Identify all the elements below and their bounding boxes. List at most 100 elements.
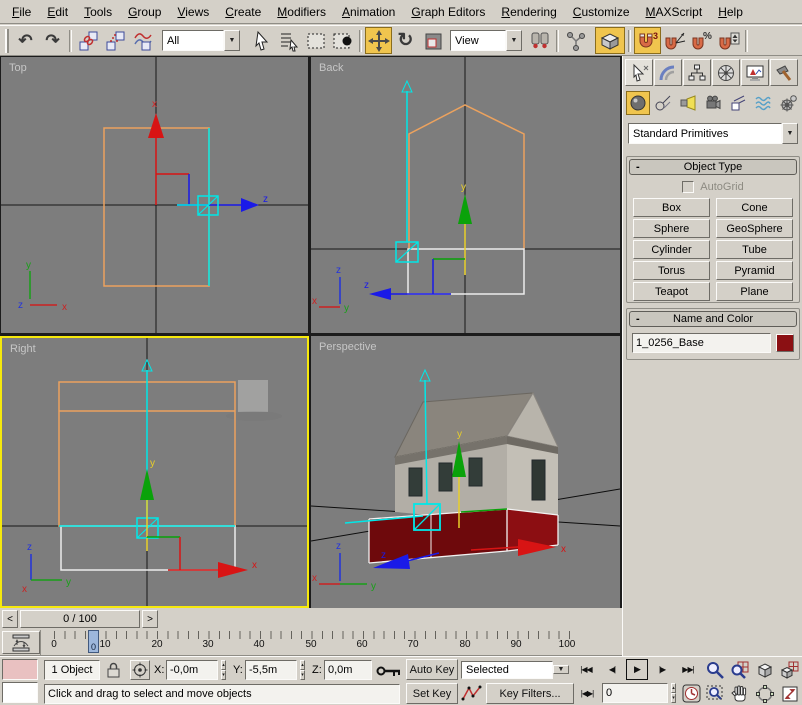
tab-utilities[interactable]	[770, 59, 798, 86]
select-and-manipulate-button[interactable]	[562, 27, 589, 54]
menu-file[interactable]: File	[4, 2, 39, 22]
redo-button[interactable]: ↷	[39, 27, 66, 54]
select-object-button[interactable]	[248, 27, 275, 54]
tab-motion[interactable]	[712, 59, 740, 86]
selection-filter-dropdown[interactable]: All ▼	[162, 30, 240, 51]
percent-snap-button[interactable]: %	[688, 27, 715, 54]
object-color-swatch[interactable]	[776, 334, 794, 352]
next-frame-step-button[interactable]: |▶	[652, 659, 672, 680]
sphere-button[interactable]: Sphere	[633, 219, 710, 238]
pyramid-button[interactable]: Pyramid	[716, 261, 793, 280]
selection-lock-toggle[interactable]	[104, 660, 122, 680]
frame-spinner[interactable]: ▴▾	[668, 683, 679, 703]
pan-button[interactable]	[728, 683, 752, 705]
name-color-rollout-header[interactable]: - Name and Color	[629, 311, 797, 327]
plane-button[interactable]: Plane	[716, 282, 793, 301]
spinner-snap-button[interactable]	[715, 27, 742, 54]
chevron-down-icon[interactable]: ▼	[224, 30, 240, 51]
region-zoom-button[interactable]	[703, 683, 727, 705]
angle-snap-button[interactable]	[661, 27, 688, 54]
menu-create[interactable]: Create	[217, 2, 269, 22]
category-helpers[interactable]	[726, 91, 750, 115]
previous-frame-button[interactable]: <	[2, 610, 18, 628]
bind-to-spacewarp-button[interactable]	[129, 27, 156, 54]
menu-tools[interactable]: Tools	[76, 2, 120, 22]
x-coord-field[interactable]: -0,0m	[166, 660, 218, 680]
tube-button[interactable]: Tube	[716, 240, 793, 259]
play-button[interactable]: ▶	[626, 659, 648, 680]
category-shapes[interactable]	[651, 91, 675, 115]
move-gizmo[interactable]: x z	[148, 99, 268, 215]
viewport-top[interactable]: x z y z x	[1, 57, 308, 333]
transform-type-in-key[interactable]	[376, 663, 402, 679]
menu-rendering[interactable]: Rendering	[493, 2, 564, 22]
new-key-default-in-out-button[interactable]	[461, 684, 483, 702]
key-mode-toggle-button[interactable]: |◀▶|	[576, 683, 598, 704]
keyboard-override-toggle[interactable]	[595, 27, 625, 54]
viewport-right-active[interactable]: y x z y x Right	[0, 336, 309, 608]
unlink-button[interactable]	[102, 27, 129, 54]
previous-frame-step-button[interactable]: ◀|	[602, 659, 622, 680]
zoom-all-button[interactable]	[728, 659, 752, 681]
tab-create[interactable]	[625, 59, 653, 86]
x-spinner[interactable]: ▴▾	[218, 660, 229, 680]
key-filters-button[interactable]: Key Filters...	[486, 683, 574, 704]
y-coord-field[interactable]: -5,5m	[245, 660, 297, 680]
select-and-rotate-button[interactable]: ↻	[392, 27, 419, 54]
category-geometry[interactable]	[626, 91, 650, 115]
object-type-rollout-header[interactable]: - Object Type	[629, 159, 797, 175]
category-cameras[interactable]	[701, 91, 725, 115]
menu-maxscript[interactable]: MAXScript	[638, 2, 711, 22]
maximize-viewport-toggle[interactable]	[778, 683, 802, 705]
menu-edit[interactable]: Edit	[39, 2, 76, 22]
toolbar-handle[interactable]	[5, 29, 9, 53]
maxscript-mini-listener[interactable]	[2, 682, 38, 703]
select-by-name-button[interactable]	[275, 27, 302, 54]
time-slider-handle[interactable]: 0 / 100	[20, 610, 140, 628]
absolute-mode-toggle[interactable]	[130, 660, 150, 680]
current-frame-marker[interactable]: 0	[88, 630, 99, 653]
zoom-button[interactable]	[703, 659, 727, 681]
menu-graph-editors[interactable]: Graph Editors	[403, 2, 493, 22]
rectangular-selection-region-button[interactable]	[302, 27, 329, 54]
zoom-extents-all-button[interactable]	[778, 659, 802, 681]
menu-modifiers[interactable]: Modifiers	[269, 2, 334, 22]
window-crossing-toggle-button[interactable]	[329, 27, 356, 54]
object-name-input[interactable]: 1_0256_Base	[632, 333, 771, 353]
selected-base-box[interactable]	[345, 509, 558, 563]
category-lights[interactable]	[676, 91, 700, 115]
auto-key-button[interactable]: Auto Key	[406, 659, 458, 680]
menu-customize[interactable]: Customize	[565, 2, 638, 22]
tab-display[interactable]	[741, 59, 769, 86]
next-frame-button[interactable]: >	[142, 610, 158, 628]
z-coord-field[interactable]: 0,0m	[324, 660, 372, 680]
chevron-down-icon[interactable]: ▼	[782, 123, 798, 144]
reference-coordinate-dropdown[interactable]: View ▼	[450, 30, 522, 51]
cone-button[interactable]: Cone	[716, 198, 793, 217]
select-and-move-button[interactable]	[365, 27, 392, 54]
zoom-extents-button[interactable]	[753, 659, 777, 681]
key-mode-dropdown[interactable]: Selected ▼	[461, 659, 569, 680]
torus-button[interactable]: Torus	[633, 261, 710, 280]
chevron-down-icon[interactable]: ▼	[553, 665, 569, 674]
open-mini-curve-editor-button[interactable]	[2, 631, 40, 654]
box-button[interactable]: Box	[633, 198, 710, 217]
primitives-dropdown[interactable]: Standard Primitives ▼	[628, 123, 798, 144]
set-key-button[interactable]: Set Key	[406, 683, 458, 704]
menu-animation[interactable]: Animation	[334, 2, 403, 22]
timeline-ruler[interactable]: 0 10 20 30 40 50 60 70 80 90 100 0	[40, 630, 575, 655]
select-and-scale-button[interactable]	[419, 27, 446, 54]
geosphere-button[interactable]: GeoSphere	[716, 219, 793, 238]
teapot-button[interactable]: Teapot	[633, 282, 710, 301]
arc-rotate-button[interactable]	[753, 683, 777, 705]
track-bar[interactable]: 0 10 20 30 40 50 60 70 80 90 100 0	[0, 630, 622, 656]
cylinder-button[interactable]: Cylinder	[633, 240, 710, 259]
y-spinner[interactable]: ▴▾	[297, 660, 308, 680]
undo-button[interactable]: ↶	[12, 27, 39, 54]
current-frame-field[interactable]: 0	[602, 683, 668, 703]
category-space-warps[interactable]	[751, 91, 775, 115]
menu-group[interactable]: Group	[120, 2, 169, 22]
category-systems[interactable]	[776, 91, 800, 115]
go-to-end-button[interactable]: ▶▶|	[676, 659, 700, 680]
maxscript-mini-listener-macro[interactable]	[2, 659, 38, 680]
